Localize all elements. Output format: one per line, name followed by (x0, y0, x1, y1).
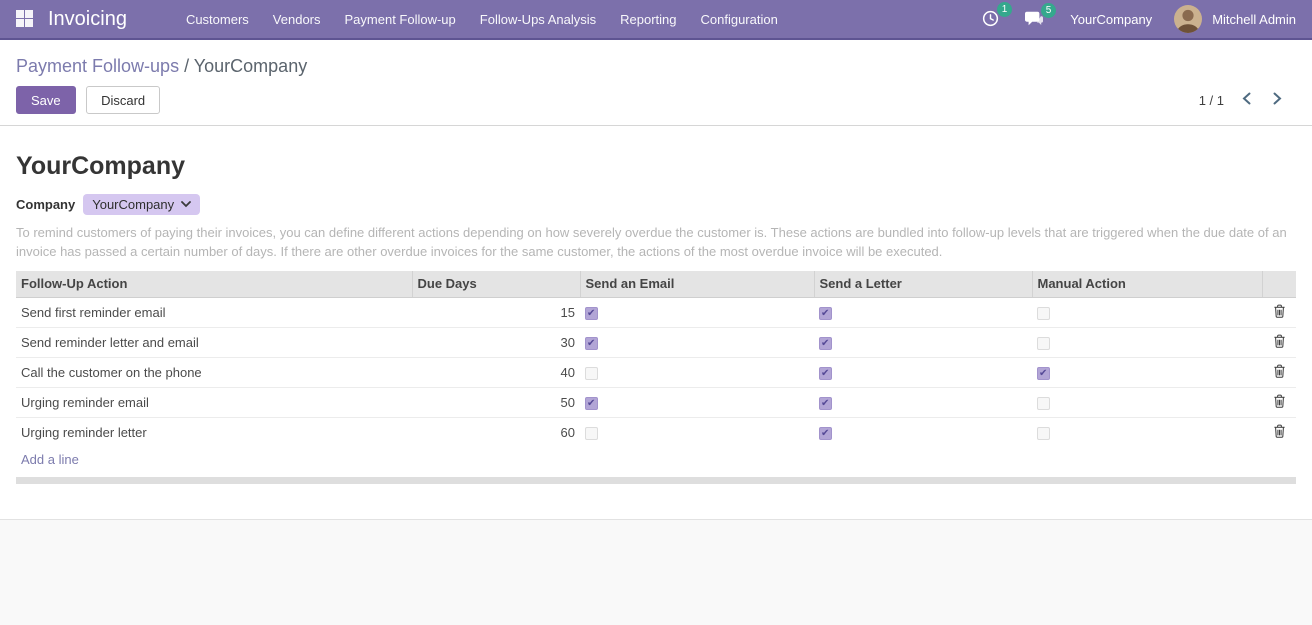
delete-row-button[interactable] (1273, 304, 1286, 318)
cell-due-days[interactable]: 60 (412, 418, 580, 448)
page-title: YourCompany (16, 152, 1296, 180)
top-navbar: Invoicing Customers Vendors Payment Foll… (0, 0, 1312, 40)
main-menu: Customers Vendors Payment Follow-up Foll… (176, 8, 788, 31)
send-email-checkbox[interactable] (585, 337, 598, 350)
menu-payment-follow-up[interactable]: Payment Follow-up (335, 8, 466, 31)
cell-follow-up-action[interactable]: Call the customer on the phone (16, 358, 412, 388)
cell-due-days[interactable]: 50 (412, 388, 580, 418)
discard-button[interactable]: Discard (86, 86, 160, 114)
table-row[interactable]: Send reminder letter and email30 (16, 328, 1296, 358)
messages-badge: 5 (1041, 3, 1057, 18)
breadcrumb-current: YourCompany (194, 56, 307, 76)
company-select[interactable]: YourCompany (83, 194, 200, 215)
add-a-line-link[interactable]: Add a line (21, 452, 79, 467)
company-switcher[interactable]: YourCompany (1070, 12, 1152, 27)
messages-button[interactable]: 5 (1016, 6, 1052, 33)
chevron-left-icon (1242, 92, 1251, 105)
navbar-right: 1 5 YourCompany Mitchell Admin (973, 5, 1296, 33)
trash-icon (1273, 424, 1286, 438)
trash-icon (1273, 364, 1286, 378)
content-area: YourCompany Company YourCompany To remin… (0, 126, 1312, 623)
delete-row-button[interactable] (1273, 364, 1286, 378)
pager-value: 1 / 1 (1199, 93, 1224, 108)
followup-table: Follow-Up Action Due Days Send an Email … (16, 271, 1296, 473)
followup-rows: Send first reminder email15Send reminder… (16, 298, 1296, 448)
header-follow-up-action: Follow-Up Action (16, 271, 412, 298)
send-email-checkbox[interactable] (585, 307, 598, 320)
cell-due-days[interactable]: 30 (412, 328, 580, 358)
manual-action-checkbox[interactable] (1037, 397, 1050, 410)
add-line-row: Add a line (16, 447, 1296, 473)
header-delete-column (1262, 271, 1296, 298)
menu-configuration[interactable]: Configuration (690, 8, 787, 31)
header-manual-action: Manual Action (1032, 271, 1262, 298)
activities-button[interactable]: 1 (973, 5, 1008, 33)
company-field-row: Company YourCompany (16, 194, 1296, 215)
form-sheet: YourCompany Company YourCompany To remin… (0, 126, 1312, 520)
table-header-row: Follow-Up Action Due Days Send an Email … (16, 271, 1296, 298)
apps-grid-icon[interactable] (16, 10, 34, 28)
trash-icon (1273, 334, 1286, 348)
cell-due-days[interactable]: 40 (412, 358, 580, 388)
delete-row-button[interactable] (1273, 394, 1286, 408)
send-letter-checkbox[interactable] (819, 427, 832, 440)
control-panel: Payment Follow-ups / YourCompany Save Di… (0, 40, 1312, 126)
table-footer-bar (16, 477, 1296, 484)
header-send-a-letter: Send a Letter (814, 271, 1032, 298)
table-row[interactable]: Urging reminder email50 (16, 388, 1296, 418)
breadcrumb-separator: / (184, 56, 189, 76)
save-button[interactable]: Save (16, 86, 76, 114)
pager-next-button[interactable] (1269, 90, 1286, 110)
app-name[interactable]: Invoicing (48, 8, 127, 31)
send-email-checkbox[interactable] (585, 397, 598, 410)
menu-customers[interactable]: Customers (176, 8, 259, 31)
cell-follow-up-action[interactable]: Send reminder letter and email (16, 328, 412, 358)
cell-follow-up-action[interactable]: Urging reminder letter (16, 418, 412, 448)
send-email-checkbox[interactable] (585, 427, 598, 440)
table-row[interactable]: Urging reminder letter60 (16, 418, 1296, 448)
header-send-an-email: Send an Email (580, 271, 814, 298)
pager-previous-button[interactable] (1238, 90, 1255, 110)
header-due-days: Due Days (412, 271, 580, 298)
breadcrumb: Payment Follow-ups / YourCompany (16, 54, 1296, 78)
company-select-value: YourCompany (92, 197, 174, 212)
user-photo-icon (1174, 5, 1202, 33)
pager: 1 / 1 (1199, 90, 1286, 110)
breadcrumb-parent-link[interactable]: Payment Follow-ups (16, 56, 179, 76)
manual-action-checkbox[interactable] (1037, 367, 1050, 380)
send-letter-checkbox[interactable] (819, 367, 832, 380)
send-email-checkbox[interactable] (585, 367, 598, 380)
send-letter-checkbox[interactable] (819, 397, 832, 410)
table-row[interactable]: Send first reminder email15 (16, 298, 1296, 328)
user-menu[interactable]: Mitchell Admin (1212, 12, 1296, 27)
menu-vendors[interactable]: Vendors (263, 8, 331, 31)
manual-action-checkbox[interactable] (1037, 307, 1050, 320)
followup-description: To remind customers of paying their invo… (16, 223, 1296, 261)
delete-row-button[interactable] (1273, 334, 1286, 348)
trash-icon (1273, 304, 1286, 318)
form-buttons: Save Discard (16, 86, 160, 114)
activity-badge: 1 (997, 2, 1013, 17)
table-row[interactable]: Call the customer on the phone40 (16, 358, 1296, 388)
send-letter-checkbox[interactable] (819, 307, 832, 320)
send-letter-checkbox[interactable] (819, 337, 832, 350)
manual-action-checkbox[interactable] (1037, 427, 1050, 440)
menu-follow-ups-analysis[interactable]: Follow-Ups Analysis (470, 8, 606, 31)
delete-row-button[interactable] (1273, 424, 1286, 438)
company-field-label: Company (16, 197, 75, 212)
cell-follow-up-action[interactable]: Send first reminder email (16, 298, 412, 328)
manual-action-checkbox[interactable] (1037, 337, 1050, 350)
chevron-right-icon (1273, 92, 1282, 105)
chevron-down-icon (181, 201, 191, 208)
avatar[interactable] (1174, 5, 1202, 33)
cell-due-days[interactable]: 15 (412, 298, 580, 328)
menu-reporting[interactable]: Reporting (610, 8, 686, 31)
trash-icon (1273, 394, 1286, 408)
cell-follow-up-action[interactable]: Urging reminder email (16, 388, 412, 418)
